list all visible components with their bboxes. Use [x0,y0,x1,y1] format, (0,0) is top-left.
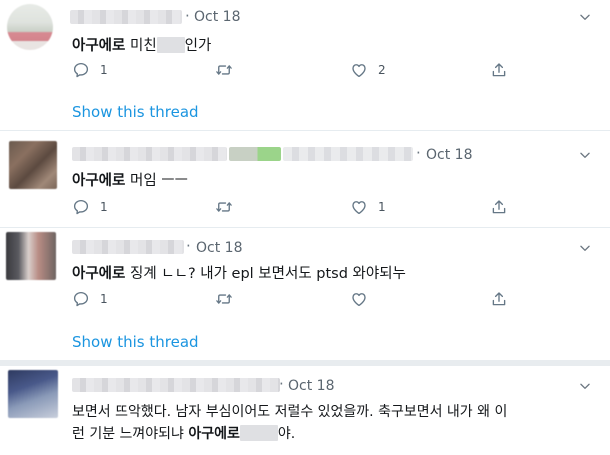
separator-dot: · [185,7,190,25]
heart-icon [350,198,368,216]
tweet-date[interactable]: Oct 18 [426,147,472,163]
tweet-1[interactable]: · Oct 18 아구에로 미친 인가 1 2 Show this thread [0,0,610,128]
reply-count: 1 [100,292,108,306]
reply-icon [72,61,90,79]
retweet-button[interactable] [215,288,233,310]
heart-icon [350,290,368,308]
chevron-down-icon[interactable] [578,148,592,162]
author-name[interactable] [229,147,281,161]
tweet-date[interactable]: Oct 18 [288,378,334,394]
separator-dot: · [279,375,284,393]
tweet-date[interactable]: Oct 18 [196,240,242,256]
share-button[interactable] [490,288,508,310]
chevron-down-icon[interactable] [578,10,592,24]
tweet-2[interactable]: · Oct 18 아구에로 머임 ㅡㅡ 1 1 [0,131,610,223]
tweet-text-part: 미친 [125,38,157,54]
author-name[interactable] [72,240,184,254]
reply-icon [72,290,90,308]
retweet-icon [215,290,233,308]
censored-text [156,37,185,53]
tweet-text-line-1: 보면서 뜨악했다. 남자 부심이어도 저럴수 있었을까. 축구보면서 내가 왜 … [72,401,507,421]
author-name[interactable] [72,147,227,161]
reply-button[interactable]: 1 [72,196,108,218]
tweet-actions: 1 2 [72,59,532,81]
like-count: 2 [378,63,386,77]
separator-dot: · [186,237,191,255]
censored-text [239,425,278,441]
reply-count: 1 [100,200,108,214]
reply-count: 1 [100,63,108,77]
reply-button[interactable]: 1 [72,288,108,310]
avatar[interactable] [6,232,56,280]
retweet-icon [215,61,233,79]
tweet-actions: 1 1 [72,196,532,218]
chevron-down-icon[interactable] [578,379,592,393]
avatar[interactable] [7,4,53,50]
like-button[interactable] [350,288,368,310]
keyword-highlight: 아구에로 [72,173,126,189]
reply-button[interactable]: 1 [72,59,108,81]
keyword-highlight: 아구에로 [72,266,126,282]
keyword-highlight: 아구에로 [188,426,240,442]
share-icon [490,61,508,79]
tweet-text-part: 머임 ㅡㅡ [125,173,188,189]
author-name[interactable] [72,378,280,392]
tweet-text-part: 인가 [184,38,212,54]
show-thread-link[interactable]: Show this thread [72,333,199,351]
retweet-button[interactable] [215,59,233,81]
heart-icon [350,61,368,79]
tweet-text: 아구에로 머임 ㅡㅡ [72,169,188,190]
share-button[interactable] [490,59,508,81]
author-name[interactable] [70,10,182,24]
tweet-text-part: 야. [277,426,296,442]
share-icon [490,290,508,308]
like-button[interactable]: 2 [350,59,386,81]
avatar[interactable] [8,370,58,418]
tweet-text: 아구에로 징계 ㄴㄴ? 내가 epl 보면서도 ptsd 와야되누 [72,262,406,283]
share-button[interactable] [490,196,508,218]
retweet-button[interactable] [215,196,233,218]
chevron-down-icon[interactable] [578,241,592,255]
keyword-highlight: 아구에로 [72,38,126,54]
share-icon [490,198,508,216]
tweet-text-line-2: 런 기분 느껴야되냐 아구에로 야. [72,423,295,443]
tweet-text-part: 런 기분 느껴야되냐 [72,426,189,442]
separator-dot: · [416,144,421,162]
tweet-text-part: 징계 ㄴㄴ? 내가 epl 보면서도 ptsd 와야되누 [125,266,406,282]
reply-icon [72,198,90,216]
author-handle[interactable] [283,147,413,161]
tweet-4[interactable]: · Oct 18 보면서 뜨악했다. 남자 부심이어도 저럴수 있었을까. 축구… [0,366,610,455]
tweet-text: 아구에로 미친 인가 [72,34,211,55]
avatar[interactable] [9,141,57,189]
tweet-3[interactable]: · Oct 18 아구에로 징계 ㄴㄴ? 내가 epl 보면서도 ptsd 와야… [0,228,610,354]
like-button[interactable]: 1 [350,196,386,218]
tweet-date[interactable]: Oct 18 [194,9,240,25]
retweet-icon [215,198,233,216]
tweet-actions: 1 [72,288,532,310]
like-count: 1 [378,200,386,214]
show-thread-link[interactable]: Show this thread [72,103,199,121]
tweet-text-part: 보면서 뜨악했다. 남자 부심이어도 저럴수 있었을까. 축구보면서 내가 왜 … [72,404,508,420]
